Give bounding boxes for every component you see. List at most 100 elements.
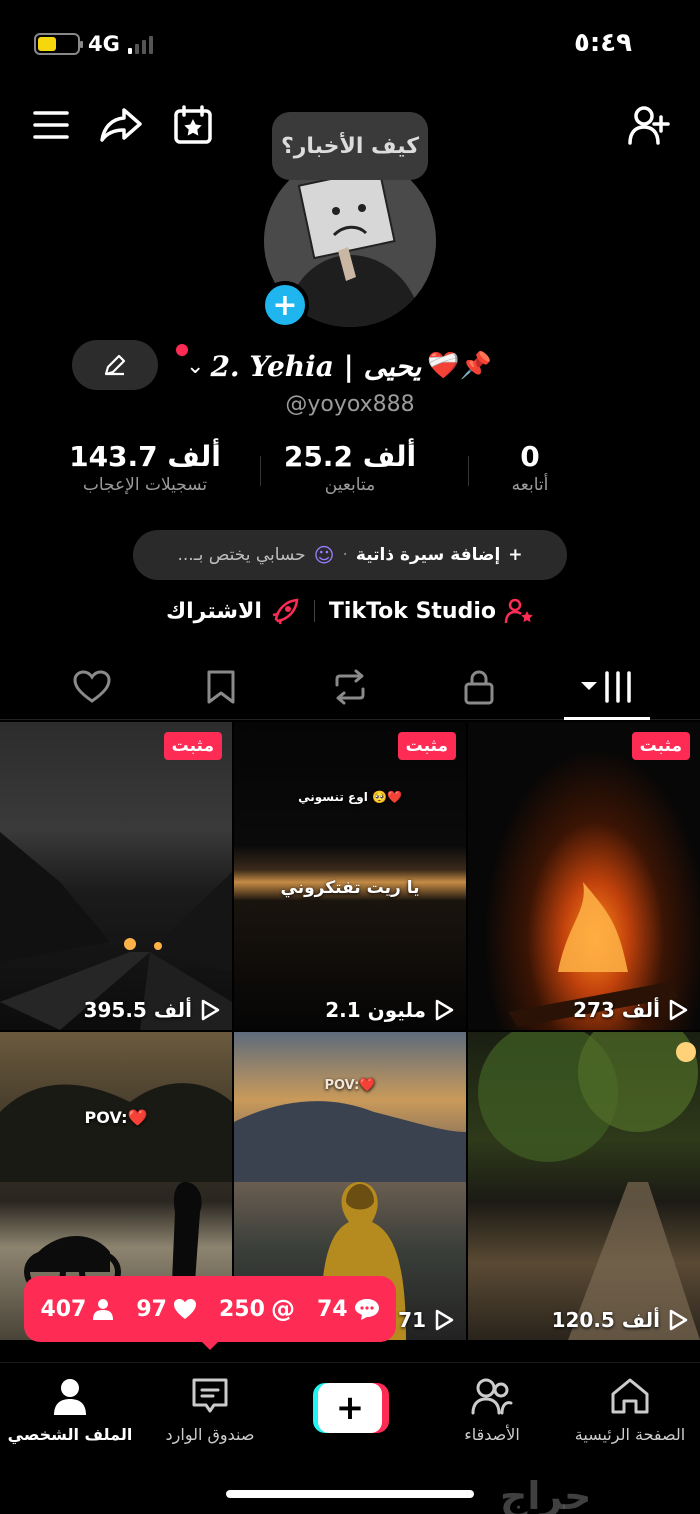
status-bar: 4G ٥:٤٩ [0, 0, 700, 90]
lock-icon [464, 670, 494, 705]
watermark: حراج [500, 1474, 592, 1514]
nav-friends[interactable]: الأصدقاء [422, 1377, 562, 1444]
friends-icon [471, 1378, 513, 1415]
heart-icon [174, 1299, 196, 1319]
new-followers-count: 407 [40, 1296, 87, 1322]
share-icon[interactable] [98, 102, 144, 148]
status-bubble[interactable]: كيف الأخبار؟ [272, 112, 428, 180]
network-type: 4G [88, 32, 120, 56]
following-count: 0 [520, 440, 540, 473]
following-label: أتابعه [511, 475, 549, 495]
name-emoji: ❤️‍🩹📌 [427, 351, 493, 381]
view-count: 2.1 مليون [325, 998, 454, 1022]
subscribe-link[interactable]: الاشتراك [166, 597, 300, 625]
view-count-value: 273 ألف [573, 998, 660, 1022]
active-tab-indicator [564, 717, 650, 720]
heart-icon [73, 670, 111, 703]
play-icon [669, 1309, 688, 1331]
chevron-down-icon: ⌄ [186, 353, 205, 379]
tab-private[interactable] [429, 662, 529, 712]
add-friend-icon[interactable] [626, 102, 672, 148]
pinned-badge: مثبت [163, 732, 222, 760]
nav-profile[interactable]: الملف الشخصي [0, 1377, 140, 1444]
inbox-icon [192, 1378, 228, 1413]
likes-stat[interactable]: 143.7 ألف تسجيلات الإعجاب [60, 440, 230, 495]
nav-inbox[interactable]: صندوق الوارد [140, 1377, 280, 1444]
nav-home[interactable]: الصفحة الرئيسية [560, 1377, 700, 1444]
add-bio-button[interactable]: + إضافة سيرة ذاتية · ☺ حسابي يختص بـ... [133, 530, 567, 580]
popup-pointer [198, 1338, 222, 1350]
tab-videos[interactable] [557, 662, 657, 712]
comment-icon [354, 1299, 379, 1320]
nav-inbox-label: صندوق الوارد [165, 1425, 255, 1444]
play-icon [669, 999, 688, 1021]
video-tile[interactable]: اوع تنسوني 🥺❤️ يا ريت تفتكروني مثبت 2.1 … [234, 722, 466, 1030]
play-icon [201, 999, 220, 1021]
signal-icon [128, 36, 153, 54]
following-stat[interactable]: 0 أتابعه [445, 440, 615, 495]
calendar-star-icon[interactable] [170, 102, 216, 148]
nav-home-label: الصفحة الرئيسية [574, 1425, 686, 1444]
tiktok-studio-link[interactable]: TikTok Studio [329, 597, 534, 625]
play-icon [435, 999, 454, 1021]
tab-saved[interactable] [171, 662, 271, 712]
video-caption: POV:❤️ [324, 1078, 376, 1093]
video-caption: يا ريت تفتكروني [280, 878, 420, 898]
play-icon [435, 1309, 454, 1331]
view-count-value: 395.5 ألف [83, 998, 192, 1022]
profile-stats: 143.7 ألف تسجيلات الإعجاب 25.2 ألف متابع… [60, 440, 620, 504]
rocket-icon [272, 598, 299, 625]
new-comments-count: 74 [316, 1296, 348, 1322]
new-comments: 74 [317, 1297, 380, 1322]
new-mentions-count: 250 [219, 1296, 265, 1322]
nav-profile-label: الملف الشخصي [7, 1425, 133, 1444]
edit-profile-button[interactable] [72, 340, 158, 390]
view-count: 71 [398, 1308, 454, 1332]
view-count: 273 ألف [573, 998, 688, 1022]
video-tile[interactable]: 120.5 ألف [468, 1032, 700, 1340]
add-story-button[interactable]: + [261, 281, 309, 329]
view-count: 120.5 ألف [552, 1308, 688, 1332]
content-tabs [0, 654, 700, 720]
battery-icon [34, 33, 83, 55]
new-likes: 97 [136, 1297, 197, 1322]
repost-icon [335, 669, 365, 705]
home-indicator [226, 1490, 474, 1498]
smile-icon: ☺ [313, 543, 335, 567]
view-count: 395.5 ألف [84, 998, 220, 1022]
profile-icon [54, 1379, 86, 1415]
activity-summary-popup[interactable]: 407 97 250 @ 74 [24, 1276, 396, 1342]
create-button[interactable]: + [313, 1383, 389, 1433]
video-tile[interactable]: مثبت 395.5 ألف [0, 722, 232, 1030]
video-caption: POV:❤️ [84, 1108, 148, 1127]
clock: ٥:٤٩ [573, 28, 632, 58]
tiktok-studio-label: TikTok Studio [328, 598, 497, 624]
view-count-value: 71 [398, 1308, 426, 1332]
username: @yoyox888 [285, 392, 415, 417]
video-tile[interactable]: مثبت 273 ألف [468, 722, 700, 1030]
bookmark-icon [207, 670, 235, 704]
plus-icon: + [508, 545, 523, 565]
display-name: 2. Yehia | يحيى [210, 349, 422, 383]
followers-count: 25.2 ألف [283, 440, 417, 473]
bio-separator: · [342, 545, 348, 565]
person-icon [93, 1299, 114, 1320]
home-icon [611, 1378, 649, 1414]
plus-icon: + [318, 1383, 382, 1433]
likes-count: 143.7 ألف [69, 440, 221, 473]
new-mentions: 250 @ [219, 1295, 295, 1323]
account-switcher[interactable]: ⌄ 2. Yehia | يحيى ❤️‍🩹📌 [186, 342, 492, 390]
subscribe-label: الاشتراك [165, 598, 262, 624]
pinned-badge: مثبت [397, 732, 456, 760]
tab-liked[interactable] [42, 662, 142, 712]
followers-stat[interactable]: 25.2 ألف متابعين [265, 440, 435, 495]
grid-dropdown-icon [581, 671, 631, 703]
video-caption-top: اوع تنسوني 🥺❤️ [298, 790, 402, 804]
likes-label: تسجيلات الإعجاب [82, 475, 208, 495]
menu-icon[interactable] [28, 102, 74, 148]
profile-links: الاشتراك TikTok Studio [0, 594, 700, 628]
followers-label: متابعين [324, 475, 376, 495]
bio-suggestion: حسابي يختص بـ... [177, 545, 306, 565]
tab-reposts[interactable] [300, 662, 400, 712]
new-followers: 407 [40, 1297, 114, 1322]
